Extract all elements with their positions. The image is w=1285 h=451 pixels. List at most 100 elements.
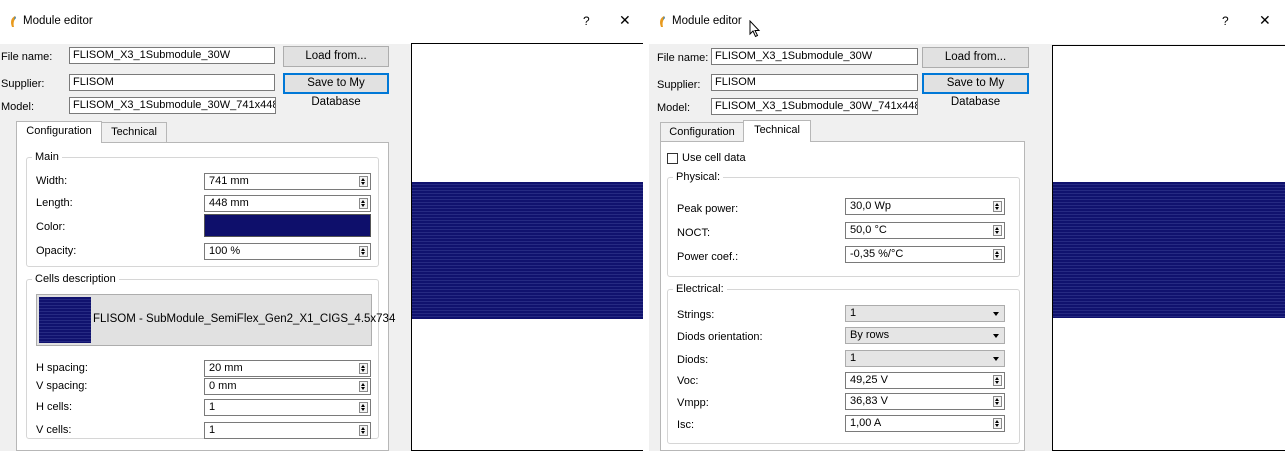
window-title: Module editor xyxy=(23,15,93,27)
close-button[interactable]: ✕ xyxy=(1259,12,1271,29)
spin-arrows-icon[interactable] xyxy=(993,225,1002,236)
save-to-database-button[interactable]: Save to My Database xyxy=(922,73,1029,108)
title-bar: Module editor ? ✕ xyxy=(0,0,643,44)
file-name-input[interactable]: FLISOM_X3_1Submodule_30W xyxy=(711,48,918,65)
supplier-label: Supplier: xyxy=(657,79,701,91)
physical-group-title: Physical: xyxy=(673,171,724,183)
vmpp-spinbox[interactable]: 36,83 V xyxy=(845,393,1005,410)
color-label: Color: xyxy=(36,221,66,233)
chevron-down-icon xyxy=(993,357,999,361)
noct-label: NOCT: xyxy=(677,227,710,239)
strings-select[interactable]: 1 xyxy=(845,305,1005,322)
technical-panel: Use cell data Physical: Peak power: 30,0… xyxy=(660,141,1025,451)
diods-orientation-select[interactable]: By rows xyxy=(845,327,1005,344)
load-from-button[interactable]: Load from... xyxy=(283,46,389,67)
h-cells-label: H cells: xyxy=(36,401,73,413)
cell-type-button[interactable]: FLISOM - SubModule_SemiFlex_Gen2_X1_CIGS… xyxy=(36,294,395,346)
tab-configuration[interactable]: Configuration xyxy=(660,122,744,142)
length-label: Length: xyxy=(36,197,73,209)
power-coef-value: -0,35 %/°C xyxy=(850,248,904,260)
app-icon xyxy=(11,16,16,27)
close-button[interactable]: ✕ xyxy=(619,12,631,29)
noct-spinbox[interactable]: 50,0 °C xyxy=(845,222,1005,239)
length-value: 448 mm xyxy=(209,197,249,209)
spin-arrows-icon[interactable] xyxy=(993,396,1002,407)
supplier-input[interactable]: FLISOM xyxy=(711,74,918,91)
module-preview xyxy=(411,43,643,451)
use-cell-data-label: Use cell data xyxy=(682,152,746,164)
help-button[interactable]: ? xyxy=(583,14,590,28)
v-cells-value: 1 xyxy=(209,424,216,436)
noct-value: 50,0 °C xyxy=(850,224,887,236)
voc-spinbox[interactable]: 49,25 V xyxy=(845,372,1005,389)
electrical-group-title: Electrical: xyxy=(673,283,727,295)
spin-arrows-icon[interactable] xyxy=(993,201,1002,212)
file-name-label: File name: xyxy=(657,52,709,64)
v-cells-label: V cells: xyxy=(36,424,72,436)
diods-select[interactable]: 1 xyxy=(845,350,1005,367)
opacity-value: 100 % xyxy=(209,245,241,257)
power-coef-spinbox[interactable]: -0,35 %/°C xyxy=(845,246,1005,263)
isc-value: 1,00 A xyxy=(850,417,882,429)
v-spacing-spinbox[interactable]: 0 mm xyxy=(204,378,371,395)
spin-arrows-icon[interactable] xyxy=(359,246,368,257)
spin-arrows-icon[interactable] xyxy=(993,418,1002,429)
spin-arrows-icon[interactable] xyxy=(993,375,1002,386)
peak-power-label: Peak power: xyxy=(677,203,739,215)
length-spinbox[interactable]: 448 mm xyxy=(204,195,371,212)
diods-orientation-value: By rows xyxy=(850,329,890,341)
h-spacing-spinbox[interactable]: 20 mm xyxy=(204,360,371,377)
h-spacing-value: 20 mm xyxy=(209,362,243,374)
chevron-down-icon xyxy=(993,312,999,316)
spin-arrows-icon[interactable] xyxy=(359,402,368,413)
cells-description-title: Cells description xyxy=(32,273,119,285)
cell-type-name: FLISOM - SubModule_SemiFlex_Gen2_X1_CIGS… xyxy=(93,313,396,325)
isc-label: Isc: xyxy=(677,419,695,431)
peak-power-spinbox[interactable]: 30,0 Wp xyxy=(845,198,1005,215)
save-to-database-button[interactable]: Save to My Database xyxy=(283,73,389,108)
opacity-spinbox[interactable]: 100 % xyxy=(204,243,371,260)
module-preview xyxy=(1052,45,1285,451)
tab-technical[interactable]: Technical xyxy=(743,120,811,142)
module-preview-cells xyxy=(1053,182,1285,318)
tab-technical[interactable]: Technical xyxy=(101,122,167,142)
color-swatch-button[interactable] xyxy=(204,214,371,237)
supplier-label: Supplier: xyxy=(1,78,45,90)
main-group-title: Main xyxy=(32,151,62,163)
v-cells-spinbox[interactable]: 1 xyxy=(204,422,371,439)
supplier-input[interactable]: FLISOM xyxy=(69,74,275,91)
v-spacing-label: V spacing: xyxy=(36,380,88,392)
window-title: Module editor xyxy=(672,15,742,27)
model-label: Model: xyxy=(1,101,35,113)
spin-arrows-icon[interactable] xyxy=(359,425,368,436)
model-input[interactable]: FLISOM_X3_1Submodule_30W_741x448 xyxy=(711,98,918,115)
load-from-button[interactable]: Load from... xyxy=(922,47,1029,68)
strings-value: 1 xyxy=(850,307,857,319)
width-value: 741 mm xyxy=(209,175,249,187)
use-cell-data-checkbox[interactable] xyxy=(667,153,678,164)
diods-label: Diods: xyxy=(677,354,709,366)
voc-value: 49,25 V xyxy=(850,374,888,386)
configuration-panel: Main Width: 741 mm Length: 448 mm Color:… xyxy=(16,142,395,451)
diods-orientation-label: Diods orientation: xyxy=(677,331,763,343)
mouse-cursor-icon xyxy=(749,20,761,38)
vmpp-label: Vmpp: xyxy=(677,397,709,409)
isc-spinbox[interactable]: 1,00 A xyxy=(845,415,1005,432)
spin-arrows-icon[interactable] xyxy=(359,198,368,209)
spin-arrows-icon[interactable] xyxy=(359,363,368,374)
width-spinbox[interactable]: 741 mm xyxy=(204,173,371,190)
help-button[interactable]: ? xyxy=(1222,14,1229,28)
voc-label: Voc: xyxy=(677,375,699,387)
file-name-label: File name: xyxy=(1,51,53,63)
spin-arrows-icon[interactable] xyxy=(359,176,368,187)
spin-arrows-icon[interactable] xyxy=(359,381,368,392)
width-label: Width: xyxy=(36,175,68,187)
model-input[interactable]: FLISOM_X3_1Submodule_30W_741x448 xyxy=(69,97,276,114)
app-icon xyxy=(660,16,665,27)
h-cells-spinbox[interactable]: 1 xyxy=(204,399,371,416)
file-name-input[interactable]: FLISOM_X3_1Submodule_30W xyxy=(69,47,275,64)
diods-value: 1 xyxy=(850,352,857,364)
spin-arrows-icon[interactable] xyxy=(993,249,1002,260)
cell-thumbnail xyxy=(39,297,91,343)
tab-configuration[interactable]: Configuration xyxy=(16,121,102,143)
